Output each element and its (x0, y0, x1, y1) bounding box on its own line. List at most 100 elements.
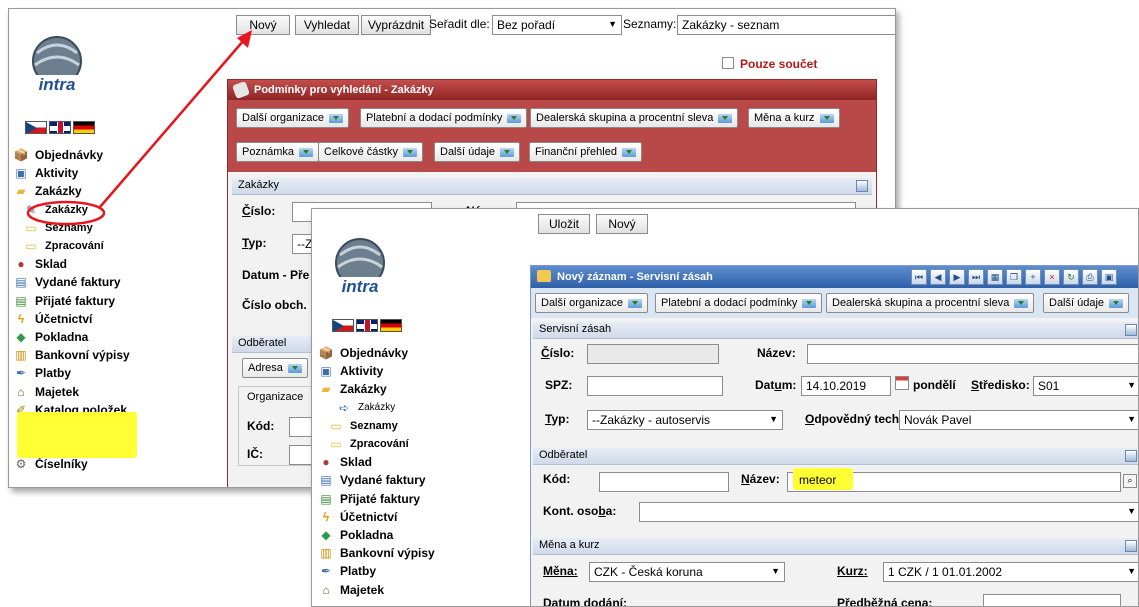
menu-item[interactable]: ▰ Zakázky (318, 380, 518, 398)
tab-celkove-castky[interactable]: Celkové částky (318, 142, 423, 162)
lists-select[interactable]: Zakázky - seznam (677, 15, 895, 35)
tab-dalsi-udaje[interactable]: Další údaje (434, 142, 521, 162)
nazev-input[interactable] (807, 344, 1138, 364)
menu-item[interactable]: ◆ Pokladna (13, 328, 213, 346)
kurz-label: Kurz: (837, 564, 868, 578)
copy-icon[interactable]: ❐ (1006, 269, 1022, 285)
spz-input[interactable] (587, 376, 723, 396)
menu-item[interactable]: ✎ Zakázky (13, 201, 213, 219)
collapse-icon[interactable] (1125, 540, 1137, 552)
tab-dalsi-organizace[interactable]: Další organizace (535, 293, 648, 313)
menu-item[interactable]: ➪ Zakázky (318, 399, 518, 417)
menu-item[interactable]: ✒ Platby (13, 364, 213, 382)
flag-uk[interactable] (356, 319, 378, 332)
stredisko-select[interactable]: S01 ▼ (1033, 376, 1138, 396)
print-icon[interactable]: ⎙ (1082, 269, 1098, 285)
tab-dalsi-udaje[interactable]: Další údaje (1043, 293, 1130, 313)
expand-icon (718, 113, 733, 123)
collapse-icon[interactable] (856, 180, 868, 192)
menu-item[interactable]: ▤ Vydané faktury (13, 273, 213, 291)
menu-item[interactable]: ▣ Aktivity (318, 362, 518, 380)
sum-only-checkbox[interactable] (722, 57, 734, 69)
tab-poznamka[interactable]: Poznámka (236, 142, 319, 162)
search-button[interactable]: Vyhledat (295, 15, 359, 35)
calendar-icon[interactable] (895, 376, 909, 390)
clear-button[interactable]: Vyprázdnit (361, 15, 431, 35)
binoculars-icon[interactable]: ⌕ (1123, 474, 1137, 488)
menu-highlight (17, 412, 137, 458)
sort-select[interactable]: Bez pořadí ▼ (492, 15, 622, 35)
menu-item[interactable]: ▤ Přijaté faktury (318, 490, 518, 508)
menu-item[interactable]: ϟ Účetnictví (13, 310, 213, 328)
last-record-icon[interactable]: ⏭ (968, 269, 984, 285)
menu-item[interactable]: ✒ Platby (318, 562, 518, 580)
menu-item[interactable]: 📦 Objednávky (318, 344, 518, 362)
typ-select[interactable]: --Zakázky - autoservis ▼ (587, 410, 783, 430)
menu-item-label: Pokladna (340, 527, 394, 542)
kurz-select[interactable]: 1 CZK / 1 01.01.2002 ▼ (883, 562, 1138, 582)
tab-adresa[interactable]: Adresa (242, 358, 308, 378)
language-flags (332, 319, 402, 332)
predbezna-cena-label: Předběžná cena: (837, 596, 933, 607)
tab-dealerska-skupina[interactable]: Dealerská skupina a procentní sleva (530, 108, 739, 128)
menu-item[interactable]: ▭ Seznamy (318, 417, 518, 435)
menu-item[interactable]: ▰ Zakázky (13, 182, 213, 200)
menu-item[interactable]: ● Sklad (318, 453, 518, 471)
menu-item[interactable]: ⌂ Majetek (318, 580, 518, 598)
next-record-icon[interactable]: ▶ (949, 269, 965, 285)
menu-item-label: Zpracování (45, 240, 104, 253)
intra-logo: intra (330, 235, 390, 301)
add-doc-icon[interactable]: + (1025, 269, 1041, 285)
flag-cz[interactable] (332, 319, 354, 332)
flag-cz[interactable] (25, 121, 47, 134)
collapse-icon[interactable] (1125, 450, 1137, 462)
predbezna-cena-input[interactable] (983, 594, 1121, 606)
menu-item[interactable]: ϟ Účetnictví (318, 508, 518, 526)
grid-icon[interactable]: ▦ (987, 269, 1003, 285)
collapse-icon[interactable] (1125, 324, 1137, 336)
menu-item[interactable]: ▭ Zpracování (318, 435, 518, 453)
menu-item[interactable]: 📦 Objednávky (13, 146, 213, 164)
tab-financni-prehled[interactable]: Finanční přehled (529, 142, 642, 162)
menu-item[interactable]: ⌂ Majetek (13, 382, 213, 400)
odpovedny-select[interactable]: Novák Pavel ▼ (899, 410, 1138, 430)
menu-item-label: Zakázky (35, 184, 82, 199)
new-button[interactable]: Nový (236, 15, 290, 35)
flag-uk[interactable] (49, 121, 71, 134)
invoice-out-icon: ▤ (320, 473, 332, 488)
chevron-down-icon: ▼ (1127, 380, 1136, 390)
expand-icon (328, 113, 343, 123)
menu-item[interactable]: ▭ Seznamy (13, 219, 213, 237)
flag-de[interactable] (380, 319, 402, 332)
kont-osoba-select[interactable]: ▼ (639, 502, 1138, 522)
flag-de[interactable] (73, 121, 95, 134)
menu-item[interactable]: ▥ Bankovní výpisy (13, 346, 213, 364)
tab-dealerska-skupina[interactable]: Dealerská skupina a procentní sleva (826, 293, 1035, 313)
menu-item[interactable]: ▣ Aktivity (13, 164, 213, 182)
menu-item[interactable]: ▤ Vydané faktury (318, 471, 518, 489)
new-button[interactable]: Nový (596, 214, 648, 234)
menu-item-label: Účetnictví (340, 509, 398, 524)
menu-item[interactable]: ● Sklad (13, 255, 213, 273)
cislo-label: Číslo: (242, 204, 276, 218)
kod-input[interactable] (599, 472, 729, 492)
menu-item[interactable]: ▤ Přijaté faktury (13, 292, 213, 310)
tab-dalsi-organizace[interactable]: Další organizace (236, 108, 349, 128)
tab-platebni-podminky[interactable]: Platební a dodací podmínky (655, 293, 823, 313)
chevron-down-icon: ▼ (608, 19, 617, 29)
menu-item[interactable]: ▭ Zpracování (13, 237, 213, 255)
save-icon[interactable]: ▣ (1101, 269, 1117, 285)
refresh-icon[interactable]: ↻ (1063, 269, 1079, 285)
menu-item[interactable]: ▥ Bankovní výpisy (318, 544, 518, 562)
service-window: intra 📦 Objednávky ▣ Aktivity ▰ Zakázky ➪ Zakáz… (311, 208, 1139, 607)
prev-record-icon[interactable]: ◀ (930, 269, 946, 285)
tab-mena-kurz[interactable]: Měna a kurz (748, 108, 840, 128)
first-record-icon[interactable]: ⏮ (911, 269, 927, 285)
tab-platebni-podminky[interactable]: Platební a dodací podmínky (360, 108, 528, 128)
menu-item[interactable]: ◆ Pokladna (318, 526, 518, 544)
datum-input[interactable]: 14.10.2019 (801, 376, 891, 396)
save-button[interactable]: Uložit (538, 214, 590, 234)
delete-doc-icon[interactable]: × (1044, 269, 1060, 285)
expand-icon (802, 298, 817, 308)
mena-select[interactable]: CZK - Česká koruna ▼ (589, 562, 785, 582)
